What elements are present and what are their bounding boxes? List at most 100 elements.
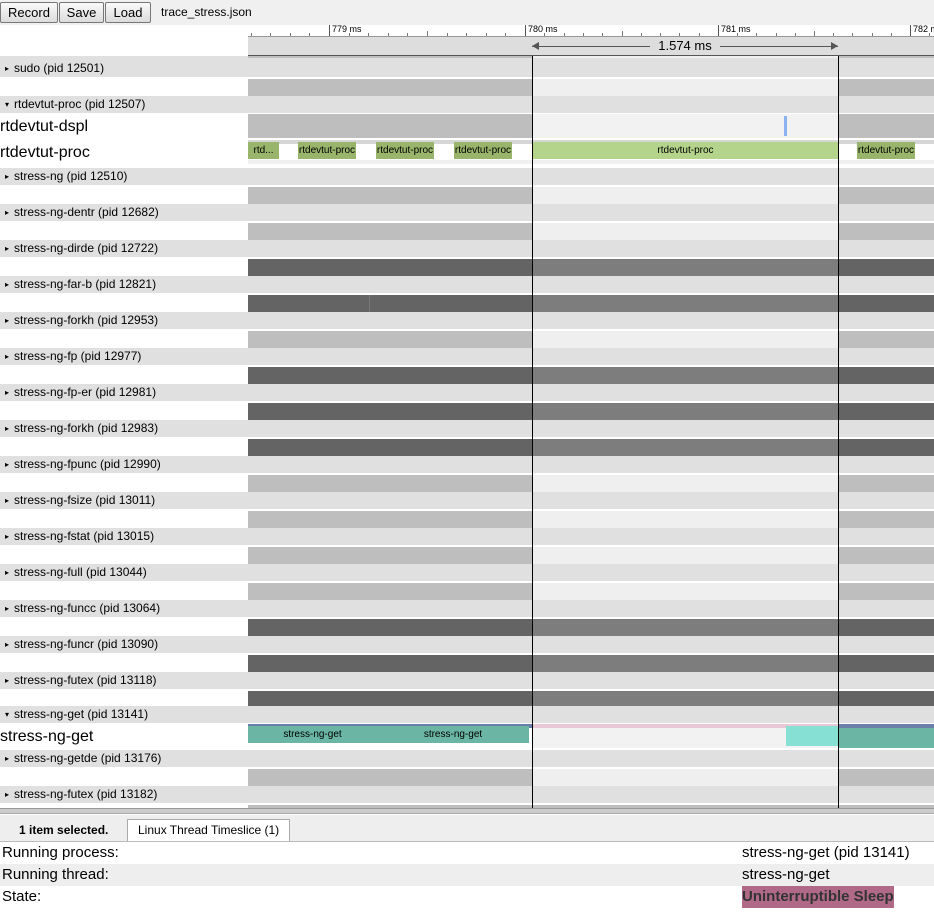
track-segment[interactable] (838, 295, 934, 312)
process-header-dirde[interactable]: ▸ stress-ng-dirde (pid 12722) (0, 240, 934, 257)
track-bar[interactable] (248, 769, 934, 786)
process-header-fp-er[interactable]: ▸ stress-ng-fp-er (pid 12981) (0, 384, 934, 401)
thread-track-proc[interactable]: rtd... rtdevtut-proc rtdevtut-proc rtdev… (248, 140, 934, 164)
track-segment[interactable] (532, 367, 838, 384)
track-segment[interactable] (532, 259, 838, 276)
track-segment[interactable] (248, 114, 532, 138)
track-segment[interactable] (248, 583, 532, 600)
track-segment[interactable] (532, 295, 838, 312)
track-segment[interactable] (248, 547, 532, 564)
process-header-far-b[interactable]: ▸ stress-ng-far-b (pid 12821) (0, 276, 934, 293)
load-button[interactable]: Load (105, 2, 151, 23)
track-segment[interactable] (248, 187, 532, 204)
process-header-fp[interactable]: ▸ stress-ng-fp (pid 12977) (0, 348, 934, 365)
process-header-futex1[interactable]: ▸ stress-ng-futex (pid 13118) (0, 672, 934, 689)
process-header-stress-ng-get[interactable]: ▾ stress-ng-get (pid 13141) (0, 706, 934, 723)
slice-stress-ng-get[interactable]: stress-ng-get (377, 726, 529, 743)
record-button[interactable]: Record (0, 2, 58, 23)
track-segment[interactable] (838, 547, 934, 564)
track-segment[interactable] (838, 187, 934, 204)
track-bar[interactable] (248, 583, 934, 600)
track-segment[interactable] (838, 475, 934, 492)
expand-triangle-icon[interactable]: ▸ (0, 672, 14, 689)
expand-triangle-icon[interactable]: ▸ (0, 240, 14, 257)
track-segment[interactable] (838, 769, 934, 786)
process-header-funcr[interactable]: ▸ stress-ng-funcr (pid 13090) (0, 636, 934, 653)
track-segment[interactable] (248, 655, 532, 672)
track-segment[interactable] (248, 295, 532, 312)
track-segment[interactable] (248, 56, 532, 58)
process-header-forkh2[interactable]: ▸ stress-ng-forkh (pid 12983) (0, 420, 934, 437)
expand-triangle-icon[interactable]: ▸ (0, 348, 14, 365)
process-header-fstat[interactable]: ▸ stress-ng-fstat (pid 13015) (0, 528, 934, 545)
process-header-fsize[interactable]: ▸ stress-ng-fsize (pid 13011) (0, 492, 934, 509)
slice-rtdevtut-proc[interactable]: rtd... (248, 142, 279, 159)
process-header-getde[interactable]: ▸ stress-ng-getde (pid 13176) (0, 750, 934, 767)
expand-triangle-icon[interactable]: ▸ (0, 168, 14, 185)
track-segment[interactable] (248, 79, 532, 96)
collapse-triangle-icon[interactable]: ▾ (0, 96, 14, 113)
track-segment[interactable] (532, 655, 838, 672)
track-segment[interactable] (369, 295, 370, 312)
track-segment[interactable] (838, 619, 934, 636)
track-segment[interactable] (838, 583, 934, 600)
slice-rtdevtut-proc[interactable]: rtdevtut-proc (454, 142, 512, 159)
track-segment[interactable] (532, 547, 838, 564)
process-header-sudo[interactable]: ▸ sudo (pid 12501) (0, 60, 934, 77)
track-bar[interactable] (248, 619, 934, 636)
expand-triangle-icon[interactable]: ▸ (0, 528, 14, 545)
track-segment[interactable] (532, 439, 838, 456)
track-segment[interactable] (248, 511, 532, 528)
track-segment[interactable] (838, 223, 934, 240)
track-segment[interactable] (248, 439, 532, 456)
track-segment[interactable] (786, 726, 838, 746)
track-bar[interactable] (248, 187, 934, 204)
track-segment[interactable] (838, 56, 934, 58)
track-bar[interactable] (248, 655, 934, 672)
expand-triangle-icon[interactable]: ▸ (0, 60, 14, 77)
panel-resize-handle[interactable] (0, 808, 934, 814)
track-bar[interactable] (248, 259, 934, 276)
track-segment[interactable] (532, 187, 838, 204)
track-segment[interactable] (248, 223, 532, 240)
process-header-fpunc[interactable]: ▸ stress-ng-fpunc (pid 12990) (0, 456, 934, 473)
track-segment[interactable] (532, 223, 838, 240)
track-bar[interactable] (248, 439, 934, 456)
track-area[interactable]: ▸... ▸sudo (pid 12501) ▾rtdevtut-proc (p… (0, 56, 934, 808)
track-segment[interactable] (532, 331, 838, 348)
expand-triangle-icon[interactable]: ▸ (0, 750, 14, 767)
save-button[interactable]: Save (59, 2, 104, 23)
track-segment[interactable] (248, 259, 532, 276)
track-segment[interactable] (532, 619, 838, 636)
track-bar[interactable] (248, 475, 934, 492)
expand-triangle-icon[interactable]: ▸ (0, 564, 14, 581)
track-segment[interactable] (532, 475, 838, 492)
track-segment[interactable] (532, 56, 838, 58)
track-segment[interactable] (838, 511, 934, 528)
time-ruler[interactable]: 779 ms 780 ms 781 ms 782 ms 1.574 ms (248, 24, 934, 56)
expand-triangle-icon[interactable]: ▸ (0, 420, 14, 437)
track-segment[interactable] (838, 79, 934, 96)
track-segment[interactable] (838, 367, 934, 384)
track-bar[interactable] (248, 511, 934, 528)
track-segment[interactable] (532, 79, 838, 96)
track-bar[interactable] (248, 331, 934, 348)
slice-rtdevtut-proc[interactable]: rtdevtut-proc (857, 142, 915, 159)
track-segment[interactable] (532, 114, 838, 138)
track-segment[interactable] (248, 403, 532, 420)
track-bar[interactable] (248, 367, 934, 384)
expand-triangle-icon[interactable]: ▸ (0, 786, 14, 803)
slice-rtdevtut-proc[interactable]: rtdevtut-proc (533, 142, 838, 159)
track-segment[interactable] (838, 403, 934, 420)
track-segment[interactable] (248, 367, 532, 384)
track-segment[interactable] (532, 511, 838, 528)
process-header-funcc[interactable]: ▸ stress-ng-funcc (pid 13064) (0, 600, 934, 617)
track-bar[interactable] (248, 56, 934, 58)
expand-triangle-icon[interactable]: ▸ (0, 312, 14, 329)
expand-triangle-icon[interactable]: ▸ (0, 456, 14, 473)
process-header-full[interactable]: ▸ stress-ng-full (pid 13044) (0, 564, 934, 581)
track-bar[interactable] (248, 79, 934, 96)
run-marker[interactable] (784, 116, 787, 136)
selection-end-line[interactable] (838, 56, 839, 808)
expand-triangle-icon[interactable]: ▸ (0, 384, 14, 401)
